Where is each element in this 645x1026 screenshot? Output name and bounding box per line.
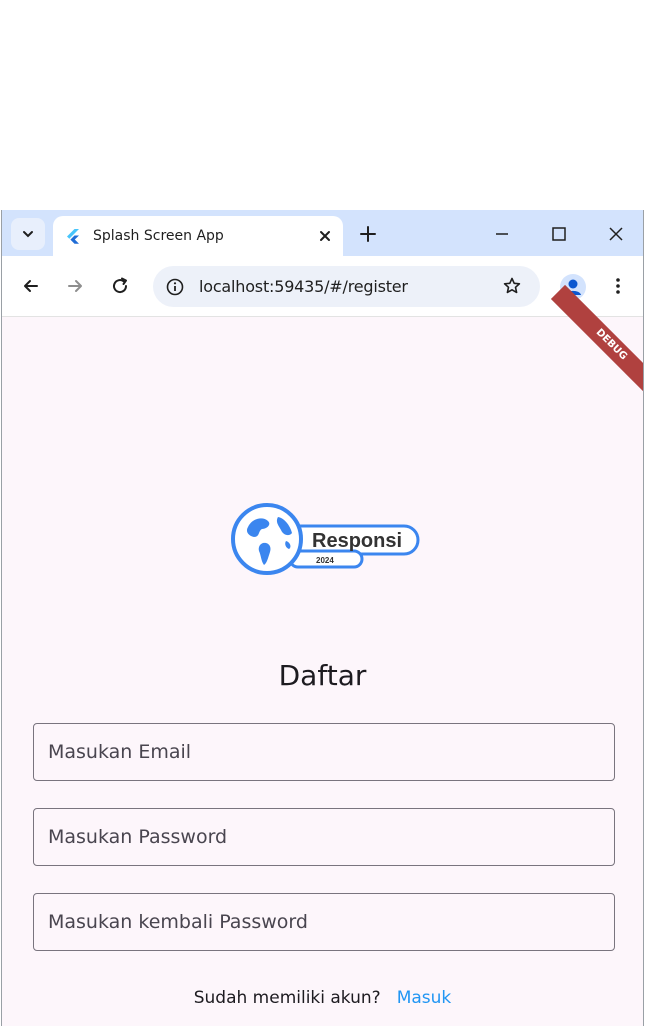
tab-active[interactable]: Splash Screen App bbox=[53, 216, 343, 256]
logo-year-text: 2024 bbox=[316, 556, 334, 565]
responsi-logo: Responsi 2024 bbox=[231, 503, 420, 575]
more-vert-icon[interactable] bbox=[608, 276, 628, 296]
login-link[interactable]: Masuk bbox=[397, 988, 452, 1008]
email-input[interactable] bbox=[34, 724, 614, 780]
browser-window: Splash Screen App localhost:59435/#/regi… bbox=[1, 210, 644, 1026]
login-question: Sudah memiliki akun? bbox=[193, 988, 381, 1008]
email-field[interactable] bbox=[33, 723, 615, 781]
close-window-icon[interactable] bbox=[606, 224, 626, 244]
browser-toolbar: localhost:59435/#/register bbox=[2, 256, 643, 317]
password-input[interactable] bbox=[34, 809, 614, 865]
confirm-password-field[interactable] bbox=[33, 893, 615, 951]
login-prompt: Sudah memiliki akun? Masuk bbox=[2, 988, 643, 1008]
close-tab-icon[interactable] bbox=[317, 228, 333, 244]
app-content: DEBUG Responsi 2024 Daftar Sudah memilik… bbox=[2, 284, 643, 1026]
back-arrow-icon[interactable] bbox=[21, 276, 41, 296]
minimize-icon[interactable] bbox=[492, 224, 512, 244]
page-title: Daftar bbox=[278, 659, 367, 692]
reload-icon[interactable] bbox=[110, 276, 130, 296]
logo-brand-text: Responsi bbox=[312, 530, 402, 552]
new-tab-icon[interactable] bbox=[358, 224, 378, 244]
site-info-icon[interactable] bbox=[165, 277, 185, 297]
tab-search-button[interactable] bbox=[11, 218, 45, 250]
password-field[interactable] bbox=[33, 808, 615, 866]
address-url: localhost:59435/#/register bbox=[199, 277, 408, 296]
address-bar[interactable]: localhost:59435/#/register bbox=[153, 266, 540, 307]
tab-title: Splash Screen App bbox=[93, 228, 224, 244]
tab-strip: Splash Screen App bbox=[2, 210, 643, 256]
confirm-password-input[interactable] bbox=[34, 894, 614, 950]
flutter-icon bbox=[67, 229, 79, 244]
forward-arrow-icon[interactable] bbox=[65, 276, 85, 296]
maximize-icon[interactable] bbox=[549, 224, 569, 244]
chevron-down-icon bbox=[23, 231, 33, 238]
bookmark-star-icon[interactable] bbox=[502, 276, 522, 296]
